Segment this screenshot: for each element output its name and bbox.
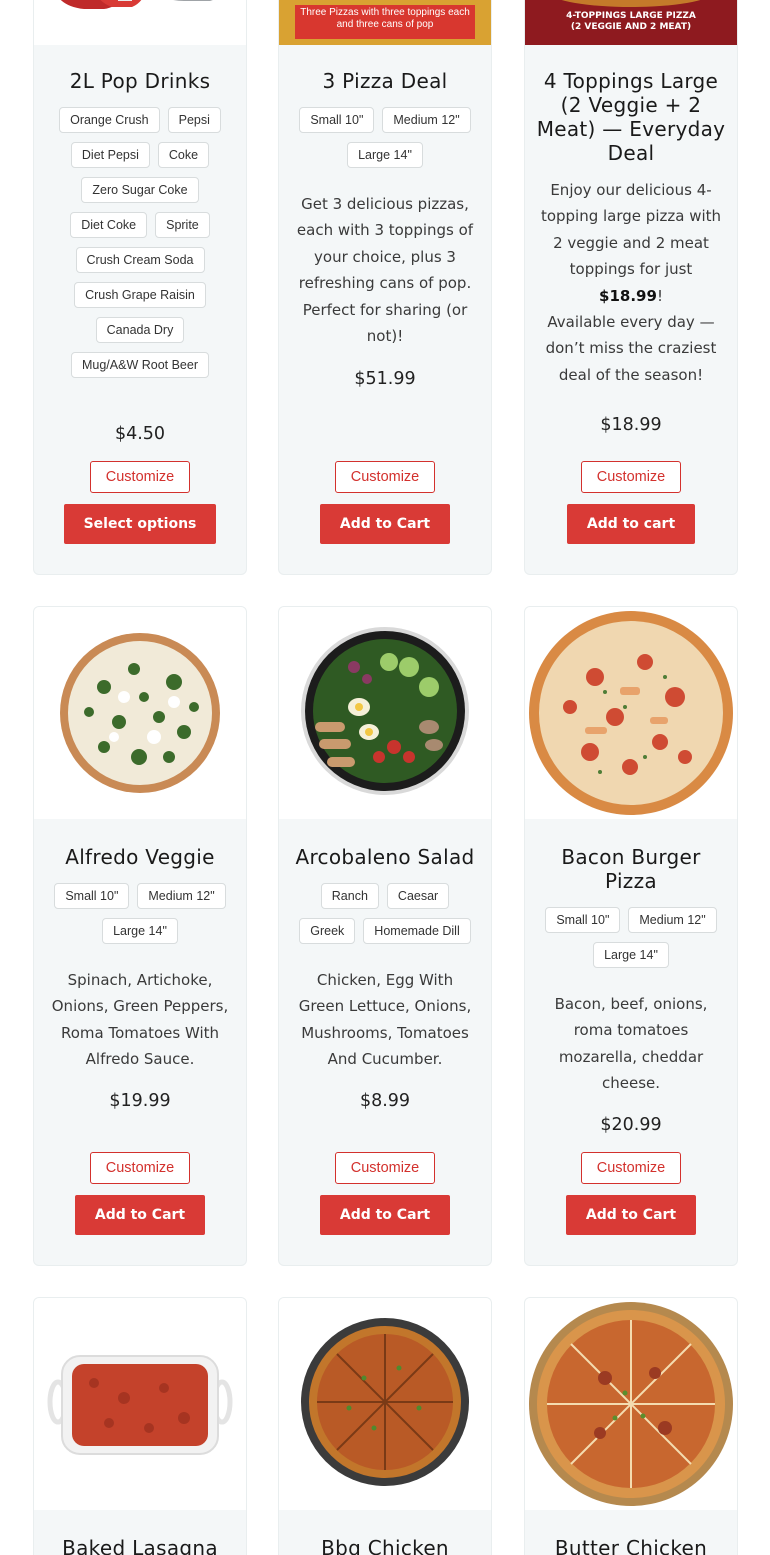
product-card[interactable]: Three Pizzas with three toppings each an… [278,0,492,575]
product-card[interactable]: 4-TOPPINGS LARGE PIZZA (2 VEGGIE AND 2 M… [524,0,738,575]
add-to-cart-button[interactable]: Add to Cart [74,1195,206,1235]
add-to-cart-button[interactable]: Add to Cart [565,1195,697,1235]
soda-bottles-image [34,0,246,45]
butter-chicken-pizza-image [529,1302,733,1506]
product-title[interactable]: Bacon Burger Pizza [525,845,737,893]
option-chip[interactable]: Crush Cream Soda [75,247,205,273]
product-title[interactable]: Alfredo Veggie [34,845,246,869]
product-card[interactable]: Alfredo Veggie Small 10" Medium 12" Larg… [33,606,247,1266]
option-chip[interactable]: Small 10" [545,907,621,933]
option-chip[interactable]: Mug/A&W Root Beer [70,352,209,378]
option-list: Orange Crush Pepsi Diet Pepsi Coke Zero … [34,107,246,387]
option-chip[interactable]: Zero Sugar Coke [81,177,199,203]
add-to-cart-button[interactable]: Add to Cart [319,504,451,544]
option-chip[interactable]: Large 14" [593,942,669,968]
arcobaleno-salad-image [301,627,469,795]
option-chip[interactable]: Large 14" [347,142,423,168]
product-card[interactable]: Butter Chicken [524,1297,738,1555]
bbq-chicken-pizza-image [301,1318,469,1486]
product-image[interactable] [34,0,246,45]
option-chip[interactable]: Crush Grape Raisin [74,282,206,308]
product-description: Get 3 delicious pizzas, each with 3 topp… [296,195,474,346]
product-card[interactable]: Bbq Chicken [278,1297,492,1555]
product-card[interactable]: Baked Lasagna [33,1297,247,1555]
option-list: Small 10" Medium 12" Large 14" [279,107,491,177]
product-image[interactable]: 4-TOPPINGS LARGE PIZZA (2 VEGGIE AND 2 M… [525,0,737,45]
option-chip[interactable]: Coke [157,142,210,168]
select-options-button[interactable]: Select options [63,504,217,544]
option-chip[interactable]: Canada Dry [95,317,185,343]
option-chip[interactable]: Homemade Dill [363,918,471,944]
product-image[interactable] [34,607,246,819]
option-chip[interactable]: Diet Coke [70,212,148,238]
product-description: Enjoy our delicious 4-topping large pizz… [540,181,722,384]
product-card[interactable]: Arcobaleno Salad Ranch Caesar Greek Home… [278,606,492,1266]
product-price: $51.99 [354,369,416,389]
option-chip[interactable]: Medium 12" [137,883,226,909]
option-chip[interactable]: Pepsi [167,107,221,133]
product-card[interactable]: Bacon Burger Pizza Small 10" Medium 12" … [524,606,738,1266]
customize-button[interactable]: Customize [89,1152,191,1184]
add-to-cart-button[interactable]: Add to cart [566,504,696,544]
product-title[interactable]: Bbq Chicken [279,1536,491,1555]
option-chip[interactable]: Diet Pepsi [70,142,150,168]
product-image[interactable] [279,607,491,819]
option-chip[interactable]: Medium 12" [382,107,471,133]
option-chip[interactable]: Small 10" [299,107,375,133]
product-image[interactable]: Three Pizzas with three toppings each an… [279,0,491,45]
product-image[interactable] [279,1298,491,1510]
customize-button[interactable]: Customize [89,461,191,493]
baked-lasagna-image [47,1355,233,1455]
add-to-cart-button[interactable]: Add to Cart [319,1195,451,1235]
product-image[interactable] [525,607,737,819]
option-chip[interactable]: Medium 12" [628,907,717,933]
product-title[interactable]: Arcobaleno Salad [279,845,491,869]
option-list: Small 10" Medium 12" Large 14" [525,907,737,977]
product-description: Chicken, Egg With Green Lettuce, Onions,… [298,971,472,1069]
option-chip[interactable]: Caesar [386,883,450,909]
product-title[interactable]: 4 Toppings Large (2 Veggie + 2 Meat) — E… [525,69,737,165]
product-image[interactable] [34,1298,246,1510]
product-title[interactable]: Baked Lasagna [34,1536,246,1555]
customize-button[interactable]: Customize [334,461,436,493]
product-price: $20.99 [600,1115,662,1135]
option-list: Small 10" Medium 12" Large 14" [34,883,246,953]
customize-button[interactable]: Customize [580,461,682,493]
option-chip[interactable]: Greek [299,918,356,944]
product-description: Spinach, Artichoke, Onions, Green Pepper… [51,971,229,1069]
bacon-burger-pizza-image [529,611,733,815]
option-chip[interactable]: Small 10" [54,883,130,909]
banner-text: 4-TOPPINGS LARGE PIZZA (2 VEGGIE AND 2 M… [566,11,696,32]
customize-button[interactable]: Customize [580,1152,682,1184]
product-price: $19.99 [109,1091,171,1111]
product-title[interactable]: 3 Pizza Deal [279,69,491,93]
product-image[interactable] [525,1298,737,1510]
option-chip[interactable]: Sprite [155,212,210,238]
product-price: $4.50 [114,424,166,444]
alfredo-veggie-pizza-image [60,633,220,793]
product-card[interactable]: 2L Pop Drinks Orange Crush Pepsi Diet Pe… [33,0,247,575]
banner-text: Three Pizzas with three toppings each an… [300,7,470,30]
product-price: $8.99 [359,1091,411,1111]
option-chip[interactable]: Large 14" [102,918,178,944]
product-title[interactable]: 2L Pop Drinks [34,69,246,93]
product-description: Bacon, beef, onions, roma tomatoes mozar… [554,995,708,1093]
product-price: $18.99 [600,415,662,435]
option-chip[interactable]: Ranch [320,883,379,909]
customize-button[interactable]: Customize [334,1152,436,1184]
product-title[interactable]: Butter Chicken [525,1536,737,1555]
option-list: Ranch Caesar Greek Homemade Dill [279,883,491,953]
option-chip[interactable]: Orange Crush [59,107,160,133]
